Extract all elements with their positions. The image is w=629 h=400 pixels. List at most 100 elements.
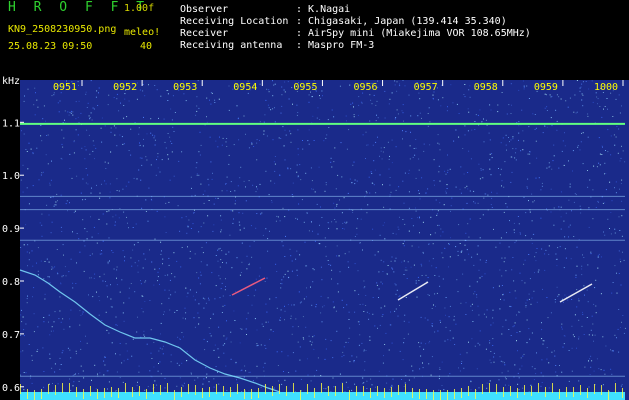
noise-speck: [141, 164, 143, 166]
noise-speck: [403, 202, 405, 204]
noise-speck: [509, 220, 510, 222]
noise-speck: [615, 192, 617, 194]
noise-speck: [292, 352, 294, 354]
noise-speck: [183, 336, 184, 338]
noise-speck: [319, 119, 321, 120]
noise-speck: [118, 110, 120, 112]
noise-speck: [559, 365, 560, 366]
noise-speck: [615, 98, 617, 100]
noise-speck: [73, 152, 75, 154]
noise-speck: [156, 384, 158, 386]
noise-speck: [519, 311, 521, 313]
noise-speck: [138, 371, 140, 373]
noise-speck: [28, 259, 30, 261]
baseline-spike: [594, 384, 595, 394]
noise-speck: [548, 253, 550, 255]
noise-speck: [63, 137, 65, 139]
noise-speck: [374, 169, 376, 171]
noise-speck: [518, 377, 520, 379]
noise-speck: [274, 107, 275, 109]
noise-speck: [307, 212, 308, 214]
noise-speck: [619, 230, 621, 231]
noise-speck: [347, 342, 349, 343]
noise-speck: [360, 101, 362, 103]
noise-speck: [270, 109, 272, 111]
noise-speck: [116, 284, 118, 286]
noise-speck: [576, 246, 578, 248]
noise-speck: [190, 228, 192, 229]
noise-speck: [590, 253, 592, 255]
noise-speck: [596, 166, 598, 168]
noise-speck: [607, 129, 609, 131]
noise-speck: [226, 146, 228, 147]
noise-speck: [475, 390, 477, 392]
noise-speck: [90, 112, 92, 114]
noise-speck: [239, 177, 241, 179]
noise-speck: [77, 134, 79, 136]
noise-speck: [198, 151, 200, 153]
baseline-spike: [587, 388, 588, 398]
noise-speck: [63, 275, 64, 277]
noise-speck: [106, 285, 108, 287]
noise-speck: [89, 153, 91, 155]
noise-speck: [190, 372, 192, 374]
baseline-spike: [195, 385, 196, 395]
baseline-spike: [552, 383, 553, 393]
noise-speck: [84, 245, 86, 247]
noise-speck: [221, 282, 223, 284]
noise-speck: [403, 245, 405, 247]
noise-speck: [354, 236, 356, 237]
noise-speck: [533, 379, 535, 381]
noise-speck: [208, 381, 210, 383]
noise-speck: [427, 277, 429, 278]
noise-speck: [591, 360, 593, 362]
noise-speck: [616, 272, 617, 274]
noise-speck: [281, 94, 283, 96]
noise-speck: [116, 277, 117, 279]
baseline-spike: [76, 387, 77, 397]
noise-speck: [269, 338, 270, 340]
noise-speck: [41, 224, 43, 226]
noise-speck: [103, 360, 105, 362]
noise-speck: [218, 326, 220, 328]
noise-speck: [167, 158, 169, 160]
noise-speck: [413, 264, 415, 266]
noise-speck: [481, 121, 483, 123]
noise-speck: [194, 326, 196, 328]
noise-speck: [610, 212, 612, 213]
noise-speck: [535, 373, 537, 375]
noise-speck: [71, 177, 73, 179]
noise-speck: [290, 318, 292, 320]
noise-speck: [617, 328, 619, 330]
baseline-spike: [174, 390, 175, 400]
noise-speck: [467, 130, 469, 132]
noise-speck: [145, 156, 147, 158]
noise-speck: [439, 285, 441, 287]
timestamp: 25.08.23 09:50: [8, 41, 93, 52]
noise-speck: [535, 140, 537, 142]
noise-speck: [192, 295, 194, 297]
noise-speck: [157, 370, 159, 372]
noise-speck: [439, 149, 441, 151]
noise-speck: [201, 247, 203, 248]
noise-speck: [568, 350, 570, 351]
noise-speck: [419, 368, 421, 370]
noise-speck: [116, 145, 118, 147]
noise-speck: [605, 189, 607, 191]
noise-speck: [88, 134, 90, 136]
noise-speck: [206, 341, 208, 343]
noise-speck: [252, 380, 254, 382]
noise-speck: [48, 261, 50, 263]
noise-speck: [313, 269, 315, 271]
noise-speck: [403, 342, 405, 344]
noise-speck: [26, 302, 28, 304]
noise-speck: [174, 291, 176, 293]
noise-speck: [521, 365, 523, 367]
noise-speck: [435, 199, 437, 201]
noise-speck: [341, 176, 343, 178]
noise-speck: [347, 192, 349, 194]
noise-speck: [514, 322, 516, 324]
noise-speck: [96, 242, 98, 244]
noise-speck: [108, 332, 110, 334]
noise-speck: [178, 364, 180, 366]
